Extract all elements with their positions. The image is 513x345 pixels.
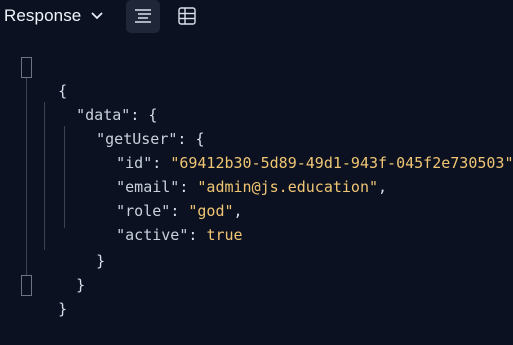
response-toolbar: Response: [0, 0, 513, 36]
table-grid-icon: [178, 7, 196, 25]
align-lines-icon: [135, 9, 151, 23]
json-line-getuser-close: }: [60, 225, 105, 270]
active-colon: :: [188, 226, 207, 244]
table-view-button[interactable]: [170, 0, 204, 33]
json-line-id: "id": "69412b30-5d89-49d1-943f-045f2e730…: [80, 127, 513, 172]
json-line-role: "role": "god",: [80, 175, 242, 220]
json-response-viewer[interactable]: { "data": { "getUser": { "id": "69412b30…: [0, 52, 513, 318]
json-line-data: "data": {: [40, 79, 157, 124]
email-comma: ,: [378, 178, 388, 196]
json-line-getuser: "getUser": {: [60, 103, 204, 148]
chevron-down-icon[interactable]: [90, 11, 104, 21]
active-value: true: [206, 226, 243, 244]
formatted-view-button[interactable]: [126, 0, 160, 33]
response-title: Response: [4, 6, 82, 25]
json-line-active: "active": true: [80, 199, 242, 244]
getuser-close-brace: }: [96, 252, 106, 270]
json-line-data-close: }: [40, 249, 85, 294]
root-close-brace: }: [58, 300, 68, 318]
json-line-root-close: }: [22, 273, 67, 318]
data-close-brace: }: [76, 276, 86, 294]
active-key: "active": [116, 226, 189, 244]
json-line-email: "email": "admin@js.education",: [80, 151, 387, 196]
json-line-root-open: {: [22, 55, 67, 100]
